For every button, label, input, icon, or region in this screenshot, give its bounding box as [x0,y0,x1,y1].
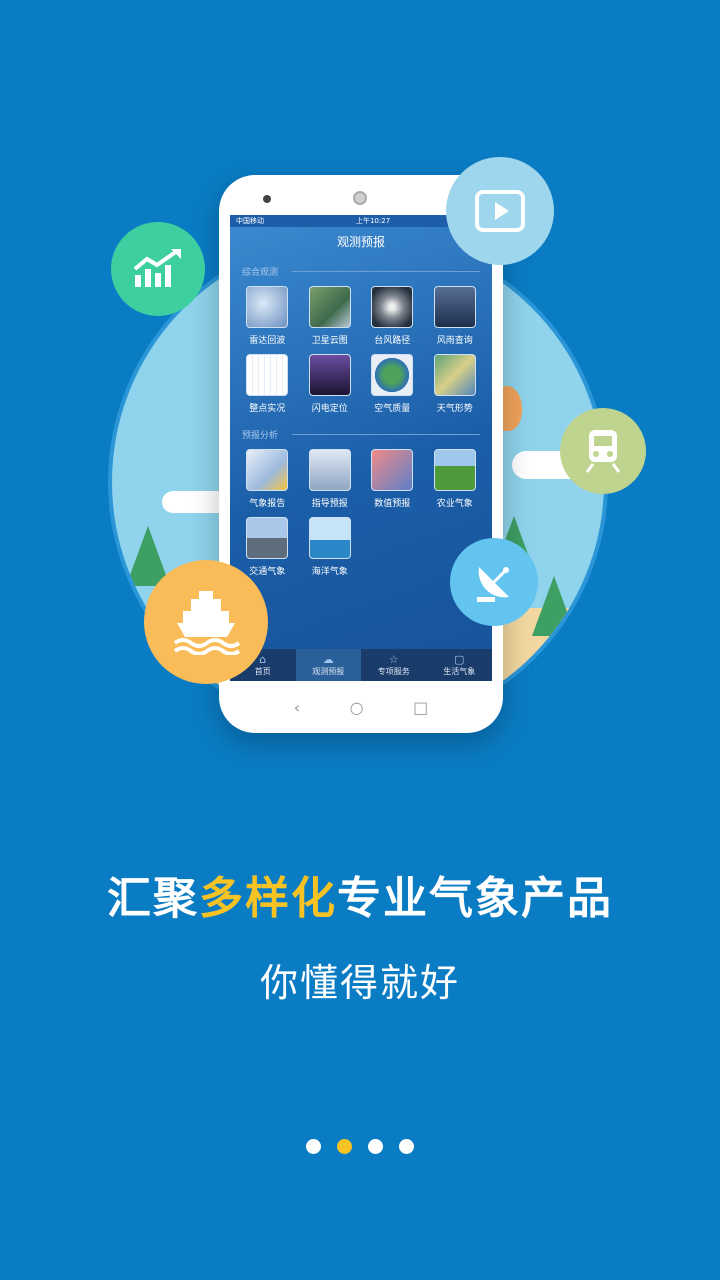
ship-icon [144,560,268,684]
recents-icon: □ [413,698,429,717]
product-tile[interactable]: 农业气象 [424,449,487,509]
product-tile[interactable]: 海洋气象 [299,517,362,577]
tab-life-weather[interactable]: ▢ 生活气象 [427,649,493,681]
product-tile-label: 雷达回波 [249,336,286,346]
radar-thumb-icon [246,286,289,328]
speaker-icon [263,195,271,203]
storm-thumb-icon [433,286,476,328]
map-thumb-icon [433,354,476,396]
product-grid: 气象报告 指导预报 数值预报 农业气象交通气象 海洋气象 [230,441,492,577]
tab-observation-forecast[interactable]: ☁ 观测预报 [295,649,361,681]
android-softkeys: ‹ ○ □ [219,698,503,717]
page-dot[interactable] [306,1139,321,1154]
earth-thumb-icon [371,354,414,396]
product-tile-label: 交通气象 [249,567,286,577]
section-header: 预报分析 [230,414,492,441]
page-dot[interactable] [399,1139,414,1154]
product-tile-label: 风雨查询 [436,336,473,346]
product-tile[interactable]: 整点实况 [236,354,299,414]
subline: 你懂得就好 [259,961,460,1005]
guide-thumb-icon [308,449,351,491]
page-dot[interactable] [337,1139,352,1154]
product-tile[interactable]: 台风路径 [361,286,424,346]
video-play-icon [446,157,554,265]
product-tile[interactable]: 空气质量 [361,354,424,414]
pagination-dots [0,1139,720,1154]
numeric-thumb-icon [371,449,414,491]
typhoon-thumb-icon [371,286,414,328]
section-label: 综合观测 [242,268,279,278]
product-tile-label: 卫星云图 [311,336,348,346]
product-tile-label: 空气质量 [374,404,411,414]
product-tile[interactable]: 气象报告 [236,449,299,509]
product-tile-label: 台风路径 [374,336,411,346]
status-carrier: 中国移动 [236,217,264,225]
traffic-thumb-icon [246,517,289,559]
product-tile-label: 气象报告 [249,499,286,509]
product-tile[interactable]: 数值预报 [361,449,424,509]
section-header: 综合观测 [230,255,492,278]
product-tile-label: 整点实况 [249,404,286,414]
product-grid: 雷达回波 卫星云图 台风路径 风雨查询整点实况 闪电定位 空气质量 天气形势 [230,278,492,414]
back-icon: ‹ [293,698,301,717]
camera-icon [353,191,367,205]
product-tile[interactable]: 指导预报 [299,449,362,509]
farm-thumb-icon [433,449,476,491]
lightning-thumb-icon [308,354,351,396]
product-tile[interactable]: 风雨查询 [424,286,487,346]
star-icon: ☆ [388,652,399,666]
tab-special-services[interactable]: ☆ 专项服务 [361,649,427,681]
product-tile[interactable]: 天气形势 [424,354,487,414]
cloud-icon: ☁ [322,652,334,666]
satellite-thumb-icon [308,286,351,328]
bag-icon: ▢ [454,652,465,666]
chart-thumb-icon [246,354,289,396]
headline: 汇聚多样化专业气象产品 [107,873,613,924]
product-tile-label: 指导预报 [311,499,348,509]
phone-screen: 中国移动 上午10:27 ▮ 观测预报 综合观测 雷达回波卫星云图台风路径风雨查… [230,215,492,681]
product-tile-label: 闪电定位 [311,404,348,414]
status-time: 上午10:27 [355,217,391,225]
product-tile-label: 海洋气象 [311,567,348,577]
chart-trend-icon [111,222,205,316]
product-tile-label: 数值预报 [374,499,411,509]
product-tile-label: 农业气象 [436,499,473,509]
product-tile-label: 天气形势 [436,404,473,414]
section-label: 预报分析 [242,431,279,441]
product-tile[interactable]: 交通气象 [236,517,299,577]
tab-bar: ⌂ 首页 ☁ 观测预报 ☆ 专项服务 ▢ 生活气象 [230,649,492,681]
headline-highlight: 多样化 [199,873,337,924]
satellite-dish-icon [450,538,538,626]
home-icon: ⌂ [259,652,267,666]
train-icon [560,408,646,494]
report-thumb-icon [246,449,289,491]
product-tile[interactable]: 卫星云图 [299,286,362,346]
home-circle-icon: ○ [349,698,364,717]
product-tile[interactable]: 闪电定位 [299,354,362,414]
ocean-thumb-icon [308,517,351,559]
page-dot[interactable] [368,1139,383,1154]
product-tile[interactable]: 雷达回波 [236,286,299,346]
